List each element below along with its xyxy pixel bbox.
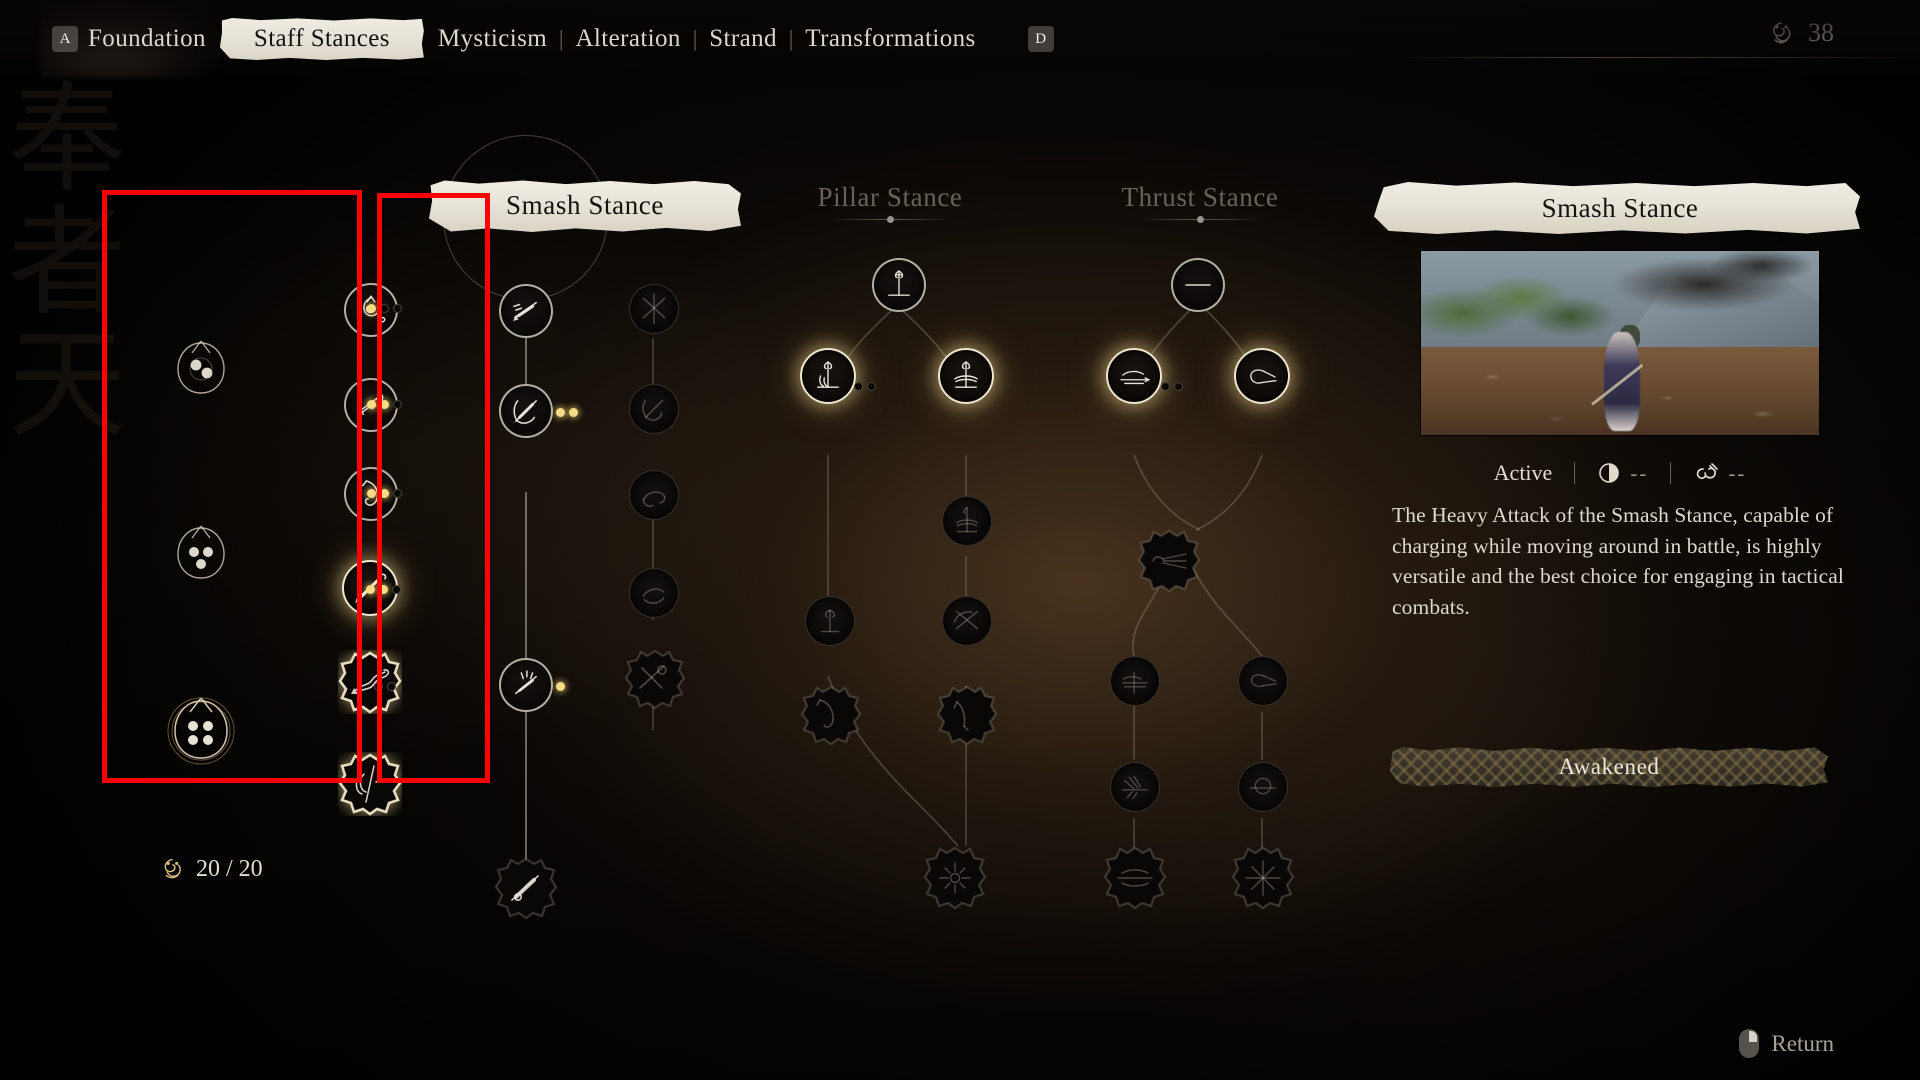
- tab-strand[interactable]: Strand: [699, 19, 787, 59]
- spark-counter-left: 20 / 20: [158, 855, 263, 883]
- tab-alteration[interactable]: Alteration: [565, 19, 690, 59]
- node-thrust-right-1[interactable]: [1234, 348, 1290, 404]
- column-title-smash-stance[interactable]: Smash Stance: [435, 180, 735, 232]
- stat-stamina: --: [1671, 461, 1768, 486]
- nav-divider-3: |: [788, 26, 794, 51]
- tier-marker-1: [168, 335, 234, 401]
- return-label[interactable]: Return: [1771, 1031, 1834, 1057]
- stat-stamina-value: --: [1728, 460, 1747, 485]
- tab-mysticism[interactable]: Mysticism: [428, 19, 557, 59]
- node-thrust-right-3[interactable]: [1238, 762, 1288, 812]
- node-focus-strike[interactable]: [344, 283, 398, 337]
- node-pillar-right-2[interactable]: [942, 496, 992, 546]
- column-title-pillar-stance[interactable]: Pillar Stance: [760, 182, 1020, 223]
- node-pillar-root[interactable]: [872, 258, 926, 312]
- detail-title: Smash Stance: [1390, 182, 1850, 234]
- top-navigation: A Foundation Staff Stances Mysticism | A…: [0, 0, 1920, 78]
- node-pillar-inner-3[interactable]: [629, 470, 679, 520]
- node-pillar-right-capstone[interactable]: [936, 684, 998, 746]
- tier-marker-2: [168, 520, 234, 586]
- node-thrust-left-ultimate[interactable]: [1102, 845, 1168, 911]
- node-staff-thrust[interactable]: [342, 560, 398, 616]
- tab-transformations[interactable]: Transformations: [795, 19, 985, 59]
- node-coiled-serpent[interactable]: [338, 650, 402, 714]
- node-pillar-inner-1[interactable]: [629, 284, 679, 334]
- spark-left-value: 20 / 20: [196, 855, 263, 882]
- node-pillar-right-1[interactable]: [938, 348, 994, 404]
- spark-icon: [164, 858, 181, 879]
- key-hint-a: A: [52, 26, 78, 52]
- node-pillar-left-2[interactable]: [805, 596, 855, 646]
- mouse-right-button-icon: [1739, 1029, 1760, 1058]
- pips-pillar-left-1: [854, 382, 876, 391]
- nav-divider-1: |: [559, 26, 564, 51]
- cooldown-icon: [1599, 463, 1620, 483]
- awakened-button[interactable]: Awakened: [1390, 747, 1828, 787]
- node-hook-slash[interactable]: [344, 467, 398, 521]
- node-thrust-left-1[interactable]: [1106, 348, 1162, 404]
- pips-thrust-left-1: [1161, 382, 1183, 391]
- node-pillar-inner-capstone[interactable]: [624, 648, 686, 710]
- node-pillar-ultimate[interactable]: [922, 845, 988, 911]
- gameplay-preview: [1420, 250, 1820, 436]
- stat-cooldown: --: [1575, 461, 1670, 486]
- detail-stats-row: Active -- --: [1390, 460, 1850, 486]
- tab-staff-stances[interactable]: Staff Stances: [220, 16, 424, 62]
- node-thrust-mid-capstone[interactable]: [1136, 528, 1202, 594]
- tab-foundation[interactable]: Foundation: [78, 19, 216, 59]
- node-pillar-left-1[interactable]: [800, 348, 856, 404]
- node-thrust-right-ultimate[interactable]: [1230, 845, 1296, 911]
- tier-marker-3: [162, 692, 240, 770]
- node-smash-capstone[interactable]: [494, 856, 558, 920]
- column-title-thrust-stance[interactable]: Thrust Stance: [1070, 182, 1330, 223]
- stamina-icon: [1697, 463, 1719, 480]
- stat-type-label: Active: [1493, 460, 1553, 485]
- footer-hint: Return: [1739, 1029, 1834, 1058]
- node-thrust-left-2[interactable]: [1110, 656, 1160, 706]
- node-staff-sweep[interactable]: [344, 378, 398, 432]
- detail-description: The Heavy Attack of the Smash Stance, ca…: [1392, 503, 1844, 619]
- stat-cooldown-value: --: [1630, 460, 1649, 485]
- pips-smash-finisher: [556, 682, 565, 691]
- nav-divider-2: |: [692, 26, 698, 51]
- node-pillar-right-3[interactable]: [942, 596, 992, 646]
- node-thrust-root[interactable]: [1171, 258, 1225, 312]
- column-underline-thrust: [1136, 216, 1264, 223]
- preview-canopy: [1421, 265, 1620, 347]
- pips-smash-guard-break: [556, 408, 578, 417]
- node-smash-heavy-attack[interactable]: [499, 284, 553, 338]
- node-pillar-inner-2[interactable]: [629, 384, 679, 434]
- node-pillar-left-capstone[interactable]: [800, 684, 862, 746]
- stat-type: Active: [1472, 460, 1575, 486]
- key-hint-d: D: [1027, 26, 1054, 52]
- preview-branches: [1588, 251, 1812, 325]
- node-pillar-inner-4[interactable]: [629, 568, 679, 618]
- node-spirit-staff[interactable]: [338, 752, 402, 816]
- node-smash-finisher[interactable]: [499, 658, 553, 712]
- node-thrust-left-3[interactable]: [1110, 762, 1160, 812]
- detail-panel: Smash Stance Active -- -- The Heavy Atta…: [1390, 182, 1850, 787]
- node-thrust-right-2[interactable]: [1238, 656, 1288, 706]
- node-smash-guard-break[interactable]: [499, 384, 553, 438]
- column-underline-pillar: [826, 216, 954, 223]
